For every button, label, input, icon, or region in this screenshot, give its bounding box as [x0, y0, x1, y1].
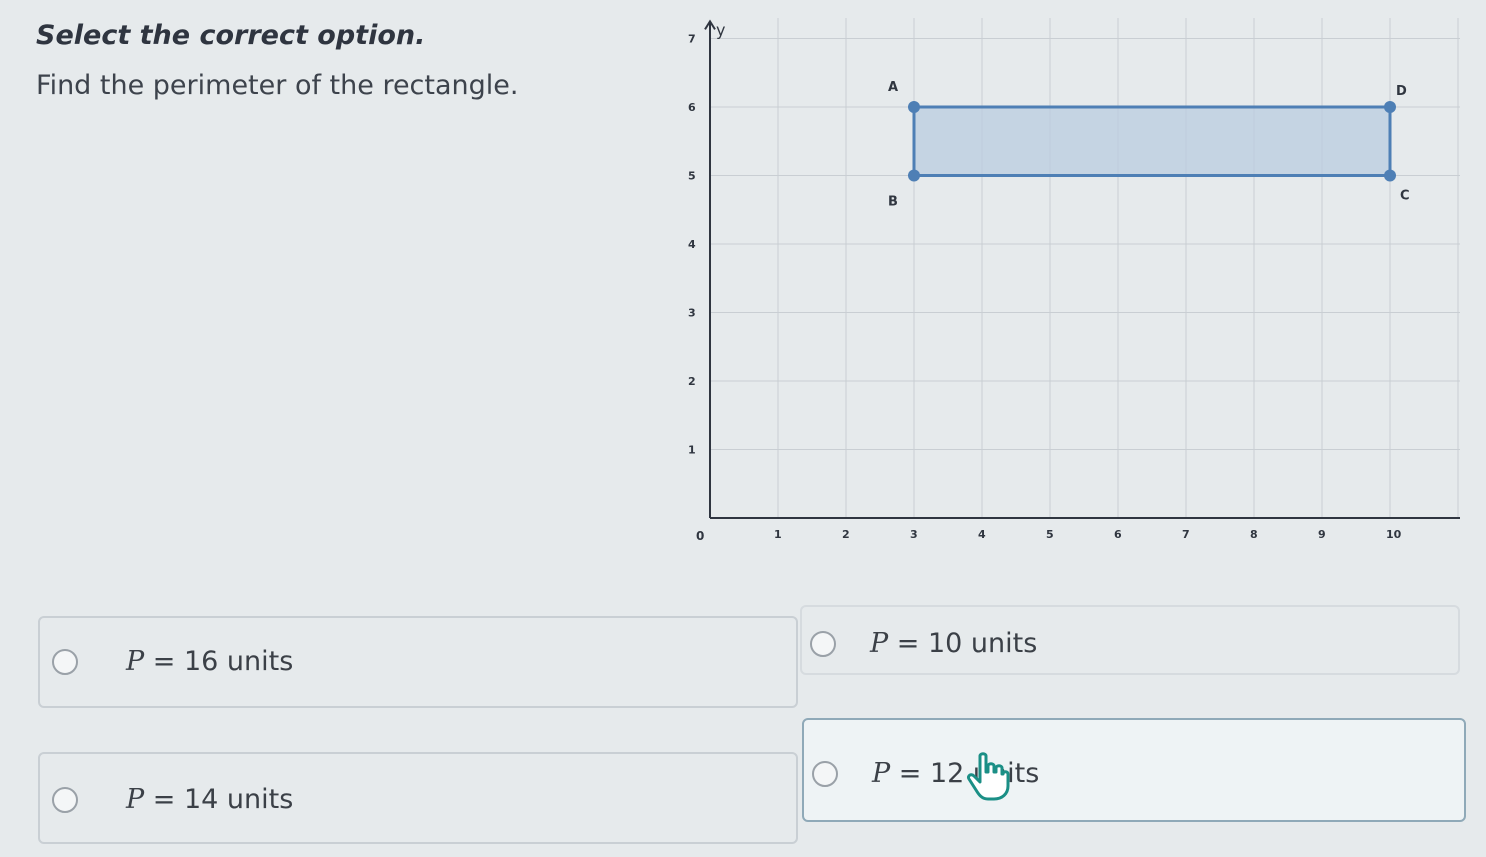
radio-circle-icon[interactable]: [52, 648, 78, 675]
option-1[interactable]: P = 16 units: [52, 646, 293, 677]
y-tick-label: 7: [688, 33, 696, 46]
option-2-label: P = 10 units: [870, 628, 1038, 659]
point-label-c: C: [1400, 189, 1410, 204]
x-tick-label: 10: [1386, 528, 1402, 541]
point-label-a: A: [888, 80, 898, 95]
x-tick-label: 3: [910, 528, 918, 541]
option-3[interactable]: P = 14 units: [52, 784, 293, 815]
x-tick-label: 5: [1046, 528, 1054, 541]
coordinate-graph: xy0123456789101234567 ABCD: [688, 17, 1460, 543]
point-d: [1384, 101, 1396, 113]
rectangle-outline: [912, 105, 1392, 177]
option-3-label: P = 14 units: [126, 784, 294, 815]
radio-circle-icon[interactable]: [810, 630, 836, 657]
question-text: Find the perimeter of the rectangle.: [36, 70, 519, 101]
radio-circle-icon[interactable]: [52, 786, 78, 813]
y-tick-label: 2: [688, 375, 696, 388]
y-tick-label: 5: [688, 170, 696, 183]
y-tick-label: 6: [688, 101, 696, 114]
radio-circle-icon[interactable]: [812, 760, 838, 787]
y-axis-label: y: [716, 20, 725, 39]
option-2[interactable]: P = 10 units: [810, 628, 1037, 659]
x-tick-label: 7: [1182, 528, 1190, 541]
x-tick-label: 8: [1250, 528, 1258, 541]
hand-pointer-icon: [967, 752, 1010, 801]
point-c: [1384, 169, 1396, 182]
point-label-d: D: [1396, 84, 1407, 99]
x-tick-label: 2: [842, 528, 850, 541]
point-b: [908, 169, 920, 182]
tick-labels: xy0123456789101234567: [688, 20, 1402, 543]
axes: [704, 19, 1460, 519]
x-tick-label: 4: [978, 528, 986, 541]
grid-lines: [710, 17, 1460, 518]
rectangle-abcd: [912, 105, 1392, 177]
option-4-label: P = 12 units: [872, 758, 1039, 789]
y-tick-label: 1: [688, 444, 696, 457]
point-a: [908, 101, 920, 113]
point-label-b: B: [888, 195, 898, 210]
y-tick-label: 3: [688, 307, 696, 320]
origin-label: 0: [696, 529, 704, 543]
x-tick-label: 9: [1318, 528, 1326, 541]
x-tick-label: 1: [774, 528, 782, 541]
y-tick-label: 4: [688, 238, 696, 251]
option-1-label: P = 16 units: [126, 646, 294, 677]
x-tick-label: 6: [1114, 528, 1122, 541]
instruction-text: Select the correct option.: [36, 20, 426, 51]
